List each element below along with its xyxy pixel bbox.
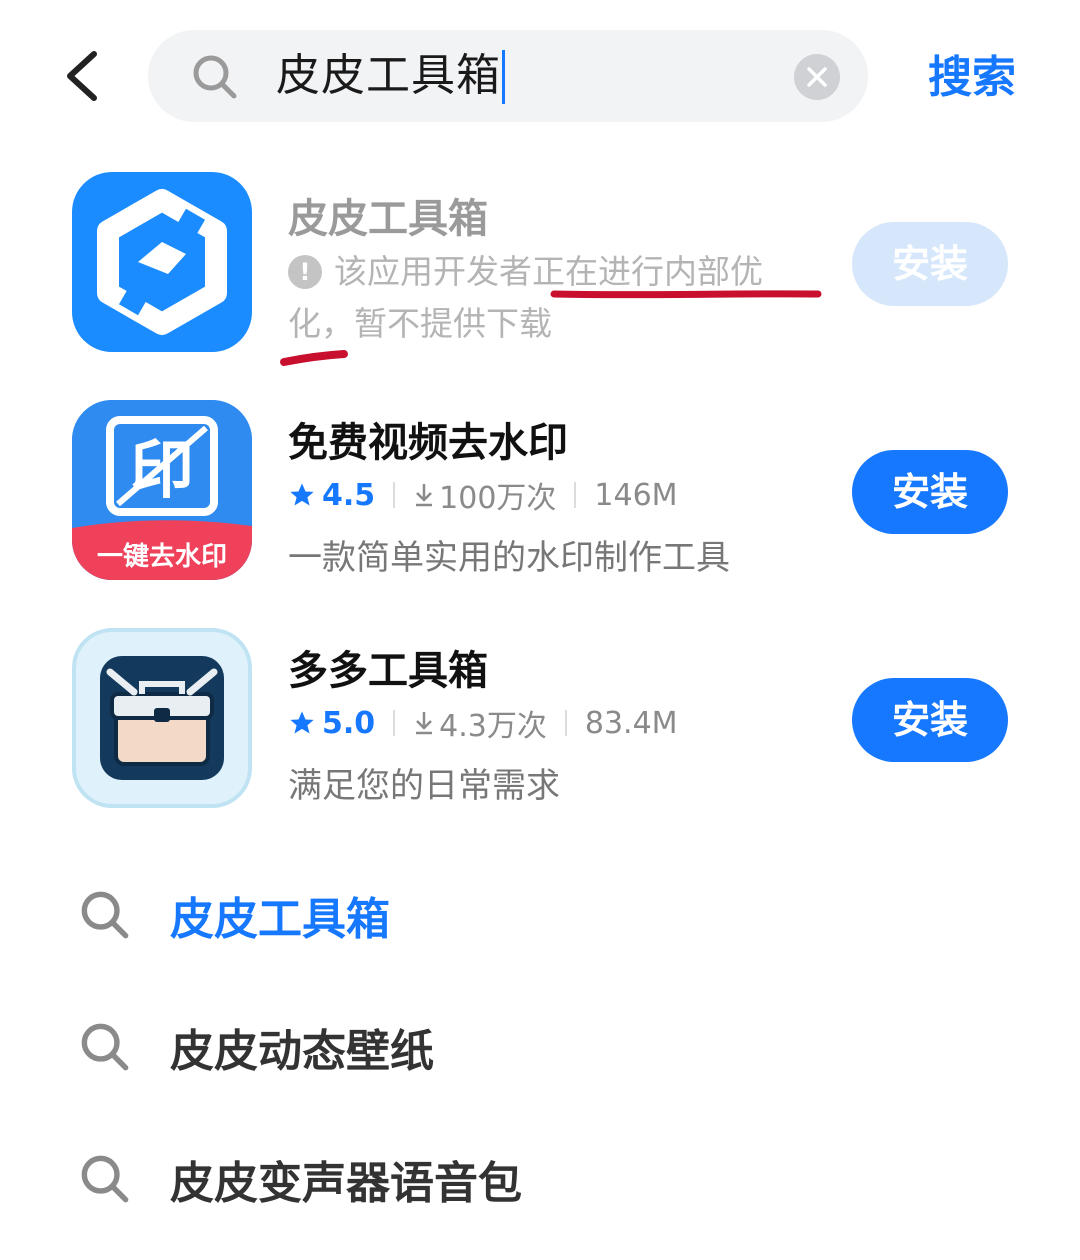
app-meta: 4.5 100万次 146M bbox=[288, 472, 678, 518]
star-icon bbox=[290, 711, 314, 734]
app-meta: 5.0 4.3万次 83.4M bbox=[288, 700, 678, 746]
clear-search-button[interactable] bbox=[794, 54, 840, 100]
install-button-disabled[interactable]: 安装 bbox=[852, 222, 1008, 306]
download-value: 4.3万次 bbox=[439, 709, 547, 744]
divider bbox=[574, 482, 577, 508]
search-icon bbox=[81, 1155, 129, 1203]
app-description: 一款简单实用的水印制作工具 bbox=[288, 538, 730, 578]
clear-x-icon bbox=[807, 67, 827, 87]
rating-value: 4.5 bbox=[322, 477, 376, 513]
search-icon bbox=[81, 1023, 129, 1071]
suggestion-item[interactable]: 皮皮工具箱 bbox=[80, 870, 1000, 960]
rating-value: 5.0 bbox=[322, 705, 376, 741]
app-icon-duoduo-toolbox[interactable] bbox=[72, 628, 252, 808]
search-icon bbox=[193, 55, 237, 99]
app-size: 83.4M bbox=[584, 705, 678, 741]
download-count: 4.3万次 bbox=[413, 701, 547, 745]
app-name[interactable]: 免费视频去水印 bbox=[288, 410, 568, 468]
divider bbox=[393, 482, 396, 508]
download-icon bbox=[416, 484, 433, 507]
divider bbox=[564, 710, 567, 736]
download-icon bbox=[416, 712, 433, 735]
divider bbox=[393, 710, 396, 736]
app-size: 146M bbox=[594, 477, 678, 513]
app-name[interactable]: 多多工具箱 bbox=[288, 638, 488, 696]
suggestion-item[interactable]: 皮皮变声器语音包 bbox=[80, 1134, 1000, 1224]
download-count: 100万次 bbox=[413, 473, 556, 517]
suggestion-item[interactable]: 皮皮动态壁纸 bbox=[80, 1002, 1000, 1092]
wrench-hexagon-icon bbox=[97, 189, 227, 335]
search-icon bbox=[81, 891, 129, 939]
search-input[interactable]: 皮皮工具箱 bbox=[276, 48, 501, 104]
download-value: 100万次 bbox=[439, 481, 557, 516]
install-button[interactable]: 安装 bbox=[852, 678, 1008, 762]
app-description: 满足您的日常需求 bbox=[288, 766, 560, 806]
rating: 4.5 bbox=[288, 478, 375, 513]
suggestion-text: 皮皮变声器语音包 bbox=[170, 1158, 522, 1209]
icon-banner-text: 一键去水印 bbox=[96, 542, 227, 572]
suggestion-text: 皮皮动态壁纸 bbox=[170, 1026, 434, 1077]
text-cursor bbox=[502, 50, 505, 104]
search-bar[interactable]: 皮皮工具箱 bbox=[148, 30, 868, 122]
search-button[interactable]: 搜索 bbox=[928, 46, 1016, 110]
back-button[interactable] bbox=[52, 44, 112, 108]
install-button[interactable]: 安装 bbox=[852, 450, 1008, 534]
chevron-left-icon bbox=[67, 51, 97, 101]
toolbox-icon bbox=[100, 656, 224, 780]
rating: 5.0 bbox=[288, 706, 375, 741]
suggestion-text: 皮皮工具箱 bbox=[170, 894, 390, 945]
app-icon-pipi-toolbox[interactable] bbox=[72, 172, 252, 352]
app-name[interactable]: 皮皮工具箱 bbox=[288, 186, 488, 244]
app-icon-watermark-remover[interactable]: 印 一键去水印 bbox=[72, 400, 252, 580]
red-annotation-underline bbox=[280, 290, 822, 366]
star-icon bbox=[290, 483, 314, 506]
